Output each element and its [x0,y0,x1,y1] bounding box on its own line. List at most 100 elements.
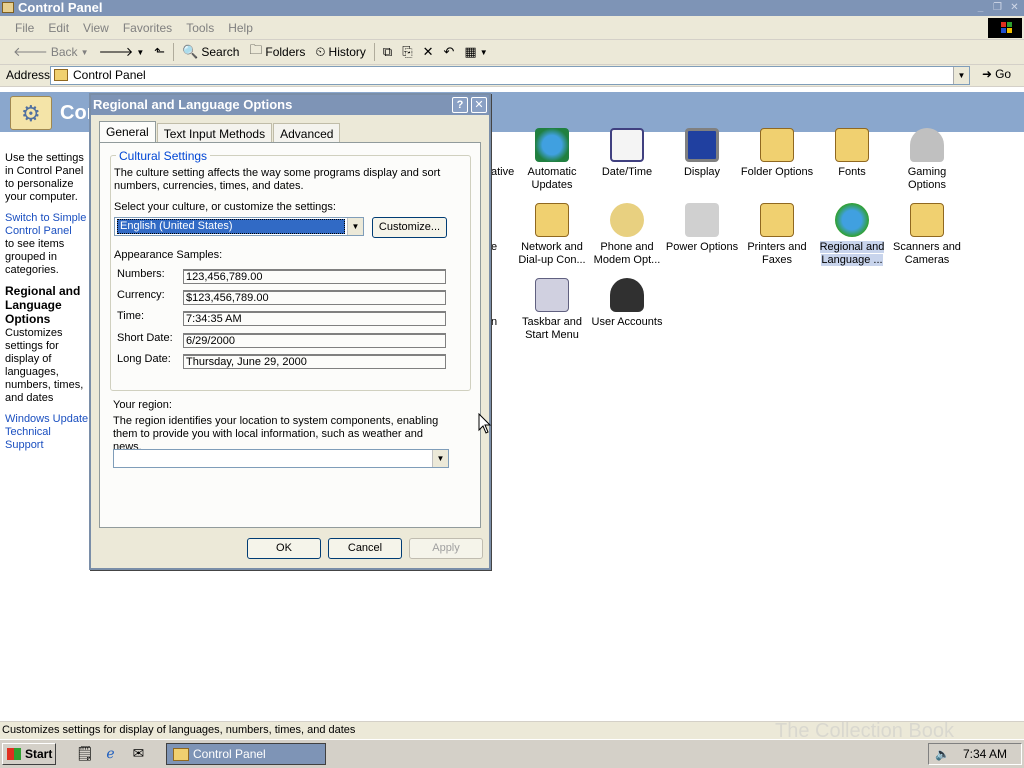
intro-text: Use the settings in Control Panel to per… [5,152,84,203]
technical-support-link[interactable]: Technical Support [5,426,51,451]
chevron-down-icon[interactable]: ▼ [432,450,448,467]
sample-time-label: Time: [117,310,145,322]
dialog-title: Regional and Language Options [93,97,293,112]
icon-phone-modem[interactable]: Phone and Modem Opt... [588,203,666,267]
joystick-icon [910,128,944,162]
icon-scanners-cameras[interactable]: Scanners and Cameras [888,203,966,267]
copy-to-icon: ⎘ [402,44,413,59]
icon-regional-language[interactable]: Regional and Language ... [813,203,891,267]
culture-select[interactable]: English (United States) ▼ [114,217,364,236]
icon-fonts[interactable]: Fonts [813,128,891,179]
network-folder-icon [535,203,569,237]
history-icon: ⏲ [315,44,326,59]
menu-view[interactable]: View [76,21,116,35]
icon-automatic-updates[interactable]: Automatic Updates [513,128,591,192]
scanner-folder-icon [910,203,944,237]
chevron-down-icon[interactable]: ▼ [347,218,363,235]
partial-label: n [491,316,498,328]
search-button[interactable]: 🔍 Search [177,41,244,63]
icon-gaming-options[interactable]: Gaming Options [888,128,966,192]
dialog-tabs: General Text Input Methods Advanced [99,121,341,144]
help-button[interactable]: ? [452,97,468,113]
forward-arrow-icon: 🡒 [98,44,134,59]
taskbar-control-panel-button[interactable]: Control Panel [166,743,326,765]
sample-short-date-value: 6/29/2000 [183,333,446,348]
show-desktop-icon[interactable]: 🗒 [76,745,94,762]
chevron-down-icon: ▼ [136,47,145,57]
switch-view-link[interactable]: Switch to Simple Control Panel [5,212,86,237]
toolbar: 🡐 Back ▼ 🡒 ▼ ⬑ 🔍 Search 🗀 Folders ⏲ Hist… [0,40,1024,65]
icon-user-accounts[interactable]: User Accounts [588,278,666,329]
globe-icon [835,203,869,237]
icon-taskbar-start[interactable]: Taskbar and Start Menu [513,278,591,342]
menu-help[interactable]: Help [221,21,260,35]
icon-folder-options[interactable]: Folder Options [738,128,816,179]
icon-display[interactable]: Display [663,128,741,179]
maximize-button[interactable]: ❐ [990,1,1005,14]
windows-logo-icon [988,18,1022,38]
history-button[interactable]: ⏲ History [310,41,370,63]
menu-bar: File Edit View Favorites Tools Help [0,16,1024,40]
window-titlebar[interactable]: Control Panel _ ❐ ✕ [0,0,1024,16]
your-region-heading: Your region: [113,399,172,411]
minimize-button[interactable]: _ [973,1,988,14]
mouse-cursor-icon [478,413,492,434]
sample-currency-value: $123,456,789.00 [183,290,446,305]
internet-explorer-icon[interactable]: ℯ [102,745,119,762]
folders-button[interactable]: 🗀 Folders [244,41,310,63]
close-window-button[interactable]: ✕ [1007,1,1022,14]
cancel-button[interactable]: Cancel [328,538,402,559]
phone-icon [610,203,644,237]
go-button[interactable]: ➜ Go [982,67,1011,81]
search-icon: 🔍 [182,44,199,59]
address-label: Address [6,68,51,82]
forward-button[interactable]: 🡒 ▼ [93,41,149,63]
address-dropdown-button[interactable]: ▼ [953,67,969,84]
icon-power-options[interactable]: Power Options [663,203,741,254]
selected-item-desc: Customizes settings for display of langu… [5,327,84,404]
switch-view-desc: to see items grouped in categories. [5,238,65,276]
delete-button[interactable]: ✕ [418,41,439,63]
chevron-down-icon: ▼ [479,47,488,57]
delete-icon: ✕ [422,44,434,59]
views-button[interactable]: ▦ ▼ [459,41,492,63]
back-button[interactable]: 🡐 Back ▼ [8,41,93,63]
tab-text-input-methods[interactable]: Text Input Methods [156,123,273,144]
folder-options-icon [760,128,794,162]
customize-button[interactable]: Customize... [372,217,447,238]
sample-long-date-label: Long Date: [117,353,171,365]
cultural-settings-group: Cultural Settings The culture setting af… [110,149,471,391]
menu-file[interactable]: File [8,21,41,35]
icon-printers-faxes[interactable]: Printers and Faxes [738,203,816,267]
system-tray: 🔈 7:34 AM [928,743,1022,765]
address-input[interactable]: Control Panel ▼ [50,66,970,85]
dialog-close-button[interactable]: ✕ [471,97,487,113]
region-select[interactable]: ▼ [113,449,449,468]
menu-favorites[interactable]: Favorites [116,21,179,35]
volume-icon[interactable]: 🔈 [935,744,950,764]
sample-numbers-label: Numbers: [117,268,165,280]
sample-numbers-value: 123,456,789.00 [183,269,446,284]
tab-general[interactable]: General [99,121,156,144]
icon-date-time[interactable]: Date/Time [588,128,666,179]
menu-tools[interactable]: Tools [179,21,221,35]
globe-update-icon [535,128,569,162]
apply-button[interactable]: Apply [409,538,483,559]
control-panel-icon [2,2,14,13]
regional-language-dialog: Regional and Language Options ? ✕ Genera… [89,93,491,570]
dialog-titlebar[interactable]: Regional and Language Options ? ✕ [91,95,489,115]
start-button[interactable]: Start [2,743,56,765]
undo-icon: ↶ [443,44,455,59]
up-folder-button[interactable]: ⬑ [149,41,170,63]
icon-network[interactable]: Network and Dial-up Con... [513,203,591,267]
undo-button[interactable]: ↶ [439,41,460,63]
windows-update-link[interactable]: Windows Update [5,413,88,425]
move-to-button[interactable]: ⧉ [378,41,397,63]
user-accounts-icon [610,278,644,312]
tab-advanced[interactable]: Advanced [273,123,341,144]
partial-label: e [491,241,498,253]
copy-to-button[interactable]: ⎘ [397,41,417,63]
menu-edit[interactable]: Edit [41,21,76,35]
ok-button[interactable]: OK [247,538,321,559]
outlook-express-icon[interactable]: ✉ [130,745,147,762]
